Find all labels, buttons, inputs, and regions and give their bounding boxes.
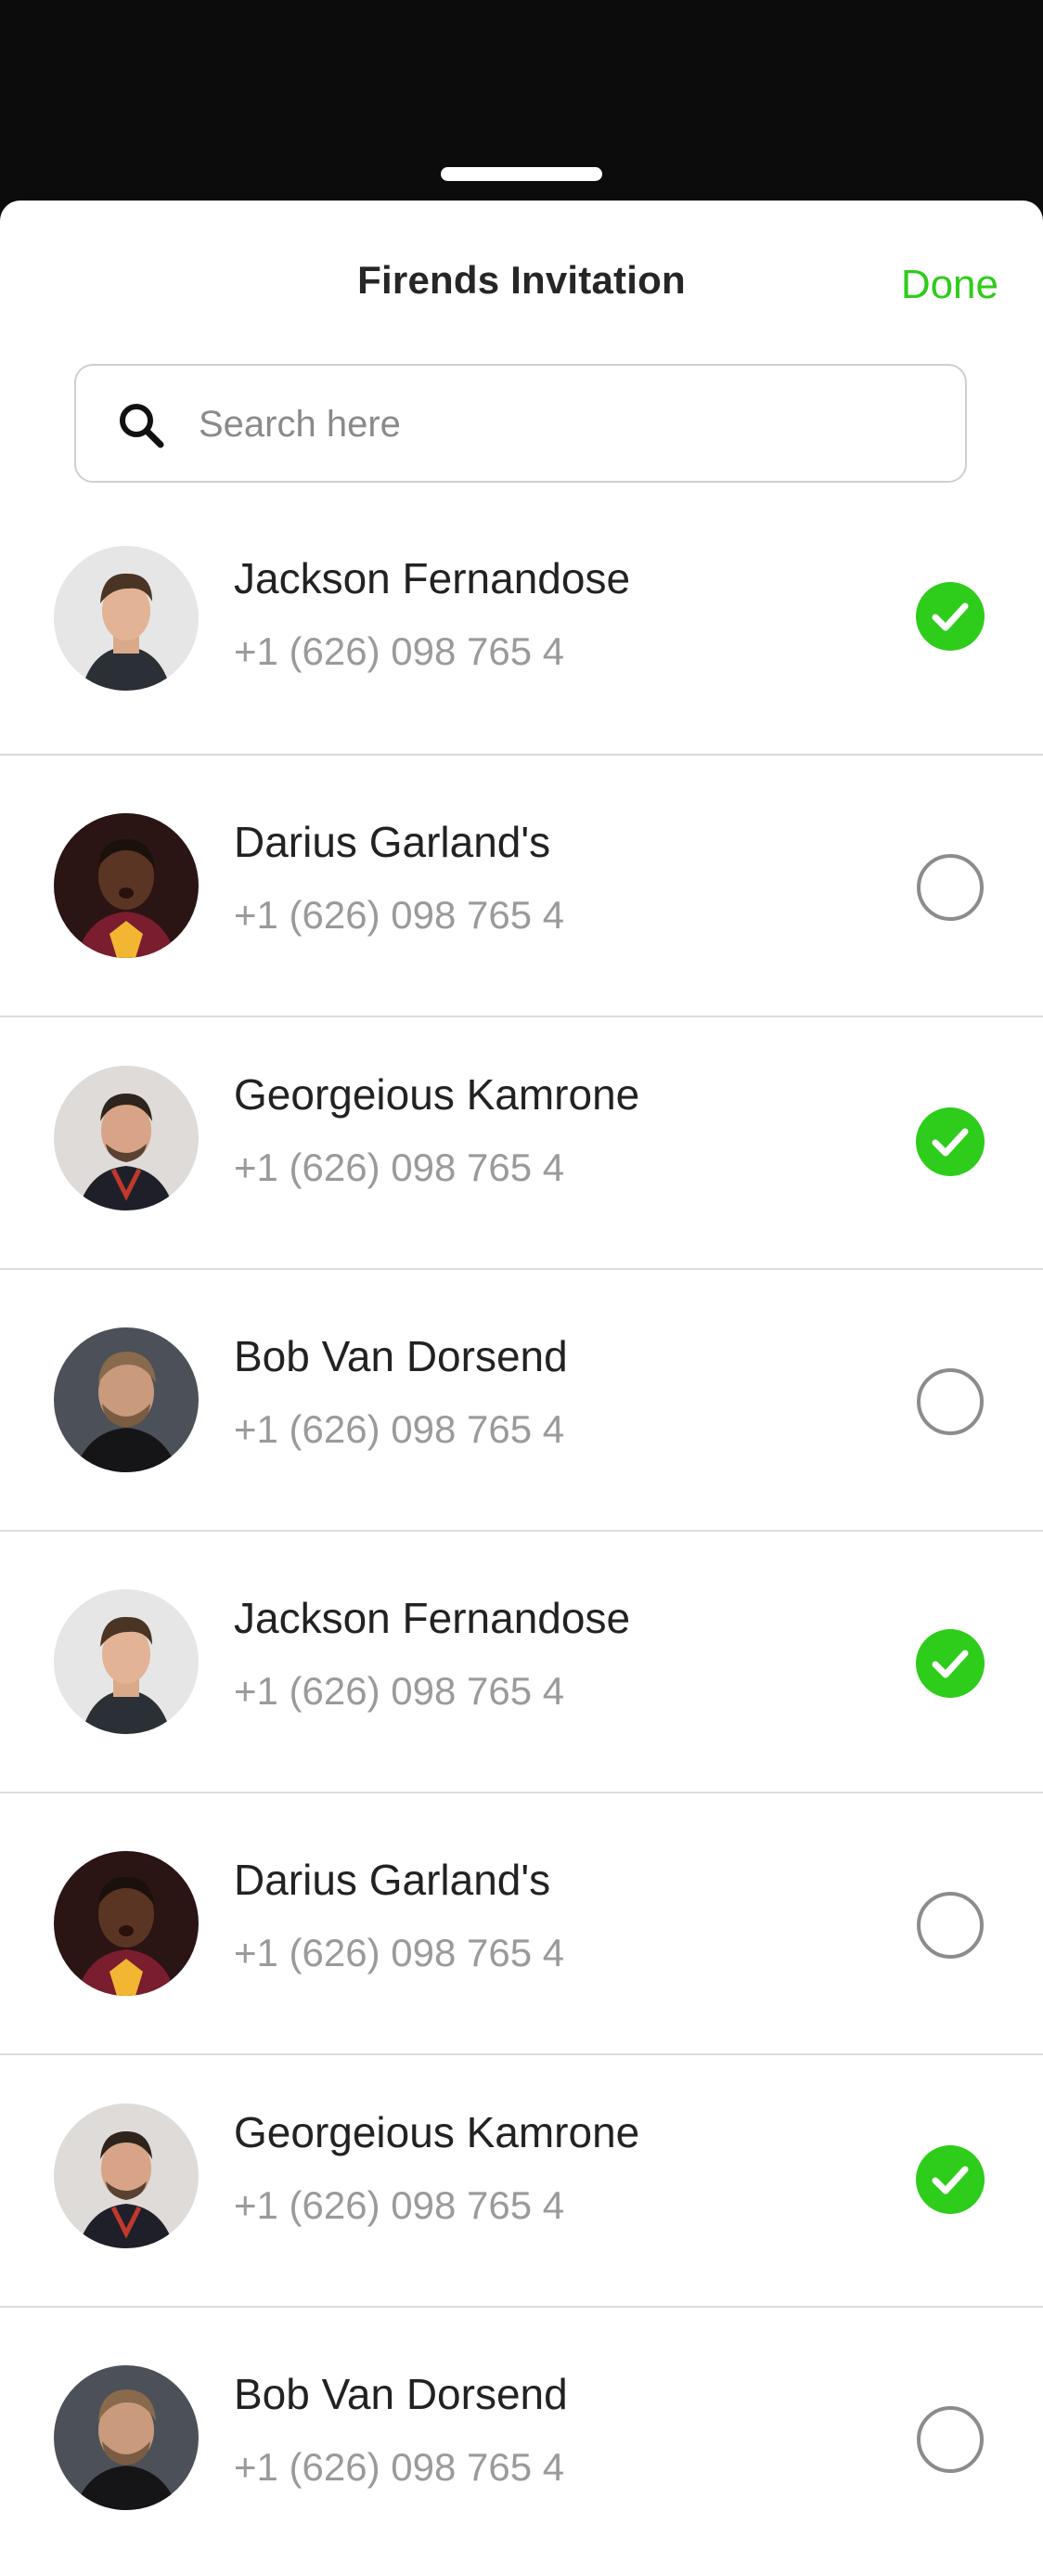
contact-name: Georgeious Kamrone bbox=[234, 1070, 640, 1119]
contact-phone: +1 (626) 098 765 4 bbox=[234, 893, 565, 937]
search-input[interactable] bbox=[197, 386, 924, 462]
avatar bbox=[54, 1066, 199, 1210]
invitation-sheet: Firends Invitation Done Jackson Fernando… bbox=[0, 201, 1043, 2576]
checkmark-circle-icon bbox=[916, 582, 985, 651]
contact-phone: +1 (626) 098 765 4 bbox=[234, 2445, 565, 2489]
avatar bbox=[54, 546, 199, 691]
avatar-bob bbox=[54, 2365, 199, 2510]
sheet-grabber-handle[interactable] bbox=[441, 167, 602, 181]
contact-row[interactable]: Jackson Fernandose +1 (626) 098 765 4 bbox=[0, 546, 1043, 756]
select-toggle[interactable] bbox=[915, 2404, 985, 2475]
contact-row[interactable]: Bob Van Dorsend +1 (626) 098 765 4 bbox=[0, 2308, 1043, 2576]
contact-row[interactable]: Jackson Fernandose +1 (626) 098 765 4 bbox=[0, 1532, 1043, 1793]
contact-row[interactable]: Georgeious Kamrone +1 (626) 098 765 4 bbox=[0, 2055, 1043, 2308]
contact-row[interactable]: Darius Garland's +1 (626) 098 765 4 bbox=[0, 756, 1043, 1017]
contact-phone: +1 (626) 098 765 4 bbox=[234, 2183, 565, 2227]
search-box[interactable] bbox=[74, 364, 967, 483]
select-toggle[interactable] bbox=[915, 2144, 985, 2215]
checkmark-circle-icon bbox=[916, 1629, 985, 1698]
avatar bbox=[54, 1851, 199, 1996]
select-toggle[interactable] bbox=[915, 852, 985, 923]
avatar-georgeious bbox=[54, 1066, 199, 1210]
contact-name: Georgeious Kamrone bbox=[234, 2108, 640, 2156]
contact-name: Darius Garland's bbox=[234, 1856, 551, 1904]
avatar bbox=[54, 813, 199, 958]
avatar bbox=[54, 2365, 199, 2510]
done-button[interactable]: Done bbox=[901, 262, 998, 308]
select-toggle[interactable] bbox=[915, 1628, 985, 1699]
empty-circle-icon bbox=[917, 1368, 984, 1435]
contact-name: Bob Van Dorsend bbox=[234, 1332, 568, 1380]
avatar bbox=[54, 1327, 199, 1472]
status-bar-area bbox=[0, 0, 1043, 201]
contact-phone: +1 (626) 098 765 4 bbox=[234, 1669, 565, 1713]
avatar-darius bbox=[54, 1851, 199, 1996]
search-icon bbox=[115, 399, 167, 451]
contact-phone: +1 (626) 098 765 4 bbox=[234, 1407, 565, 1451]
avatar bbox=[54, 1589, 199, 1734]
empty-circle-icon bbox=[917, 854, 984, 921]
avatar-jackson bbox=[54, 546, 199, 691]
select-toggle[interactable] bbox=[915, 581, 985, 652]
contact-phone: +1 (626) 098 765 4 bbox=[234, 629, 565, 673]
contact-row[interactable]: Darius Garland's +1 (626) 098 765 4 bbox=[0, 1793, 1043, 2055]
avatar-georgeious bbox=[54, 2104, 199, 2248]
contact-list: Jackson Fernandose +1 (626) 098 765 4 Da… bbox=[0, 546, 1043, 2576]
contact-phone: +1 (626) 098 765 4 bbox=[234, 1931, 565, 1974]
avatar-jackson bbox=[54, 1589, 199, 1734]
contact-name: Darius Garland's bbox=[234, 818, 551, 866]
select-toggle[interactable] bbox=[915, 1890, 985, 1961]
contact-row[interactable]: Bob Van Dorsend +1 (626) 098 765 4 bbox=[0, 1270, 1043, 1532]
empty-circle-icon bbox=[917, 1892, 984, 1959]
checkmark-circle-icon bbox=[916, 2145, 985, 2214]
select-toggle[interactable] bbox=[915, 1107, 985, 1177]
avatar bbox=[54, 2104, 199, 2248]
avatar-bob bbox=[54, 1327, 199, 1472]
empty-circle-icon bbox=[917, 2406, 984, 2473]
contact-row[interactable]: Georgeious Kamrone +1 (626) 098 765 4 bbox=[0, 1017, 1043, 1270]
contact-phone: +1 (626) 098 765 4 bbox=[234, 1146, 565, 1189]
contact-name: Jackson Fernandose bbox=[234, 1594, 631, 1642]
contact-name: Jackson Fernandose bbox=[234, 554, 631, 602]
page-title: Firends Invitation bbox=[357, 258, 686, 302]
select-toggle[interactable] bbox=[915, 1366, 985, 1437]
contact-name: Bob Van Dorsend bbox=[234, 2370, 568, 2418]
avatar-darius bbox=[54, 813, 199, 958]
checkmark-circle-icon bbox=[916, 1107, 985, 1176]
